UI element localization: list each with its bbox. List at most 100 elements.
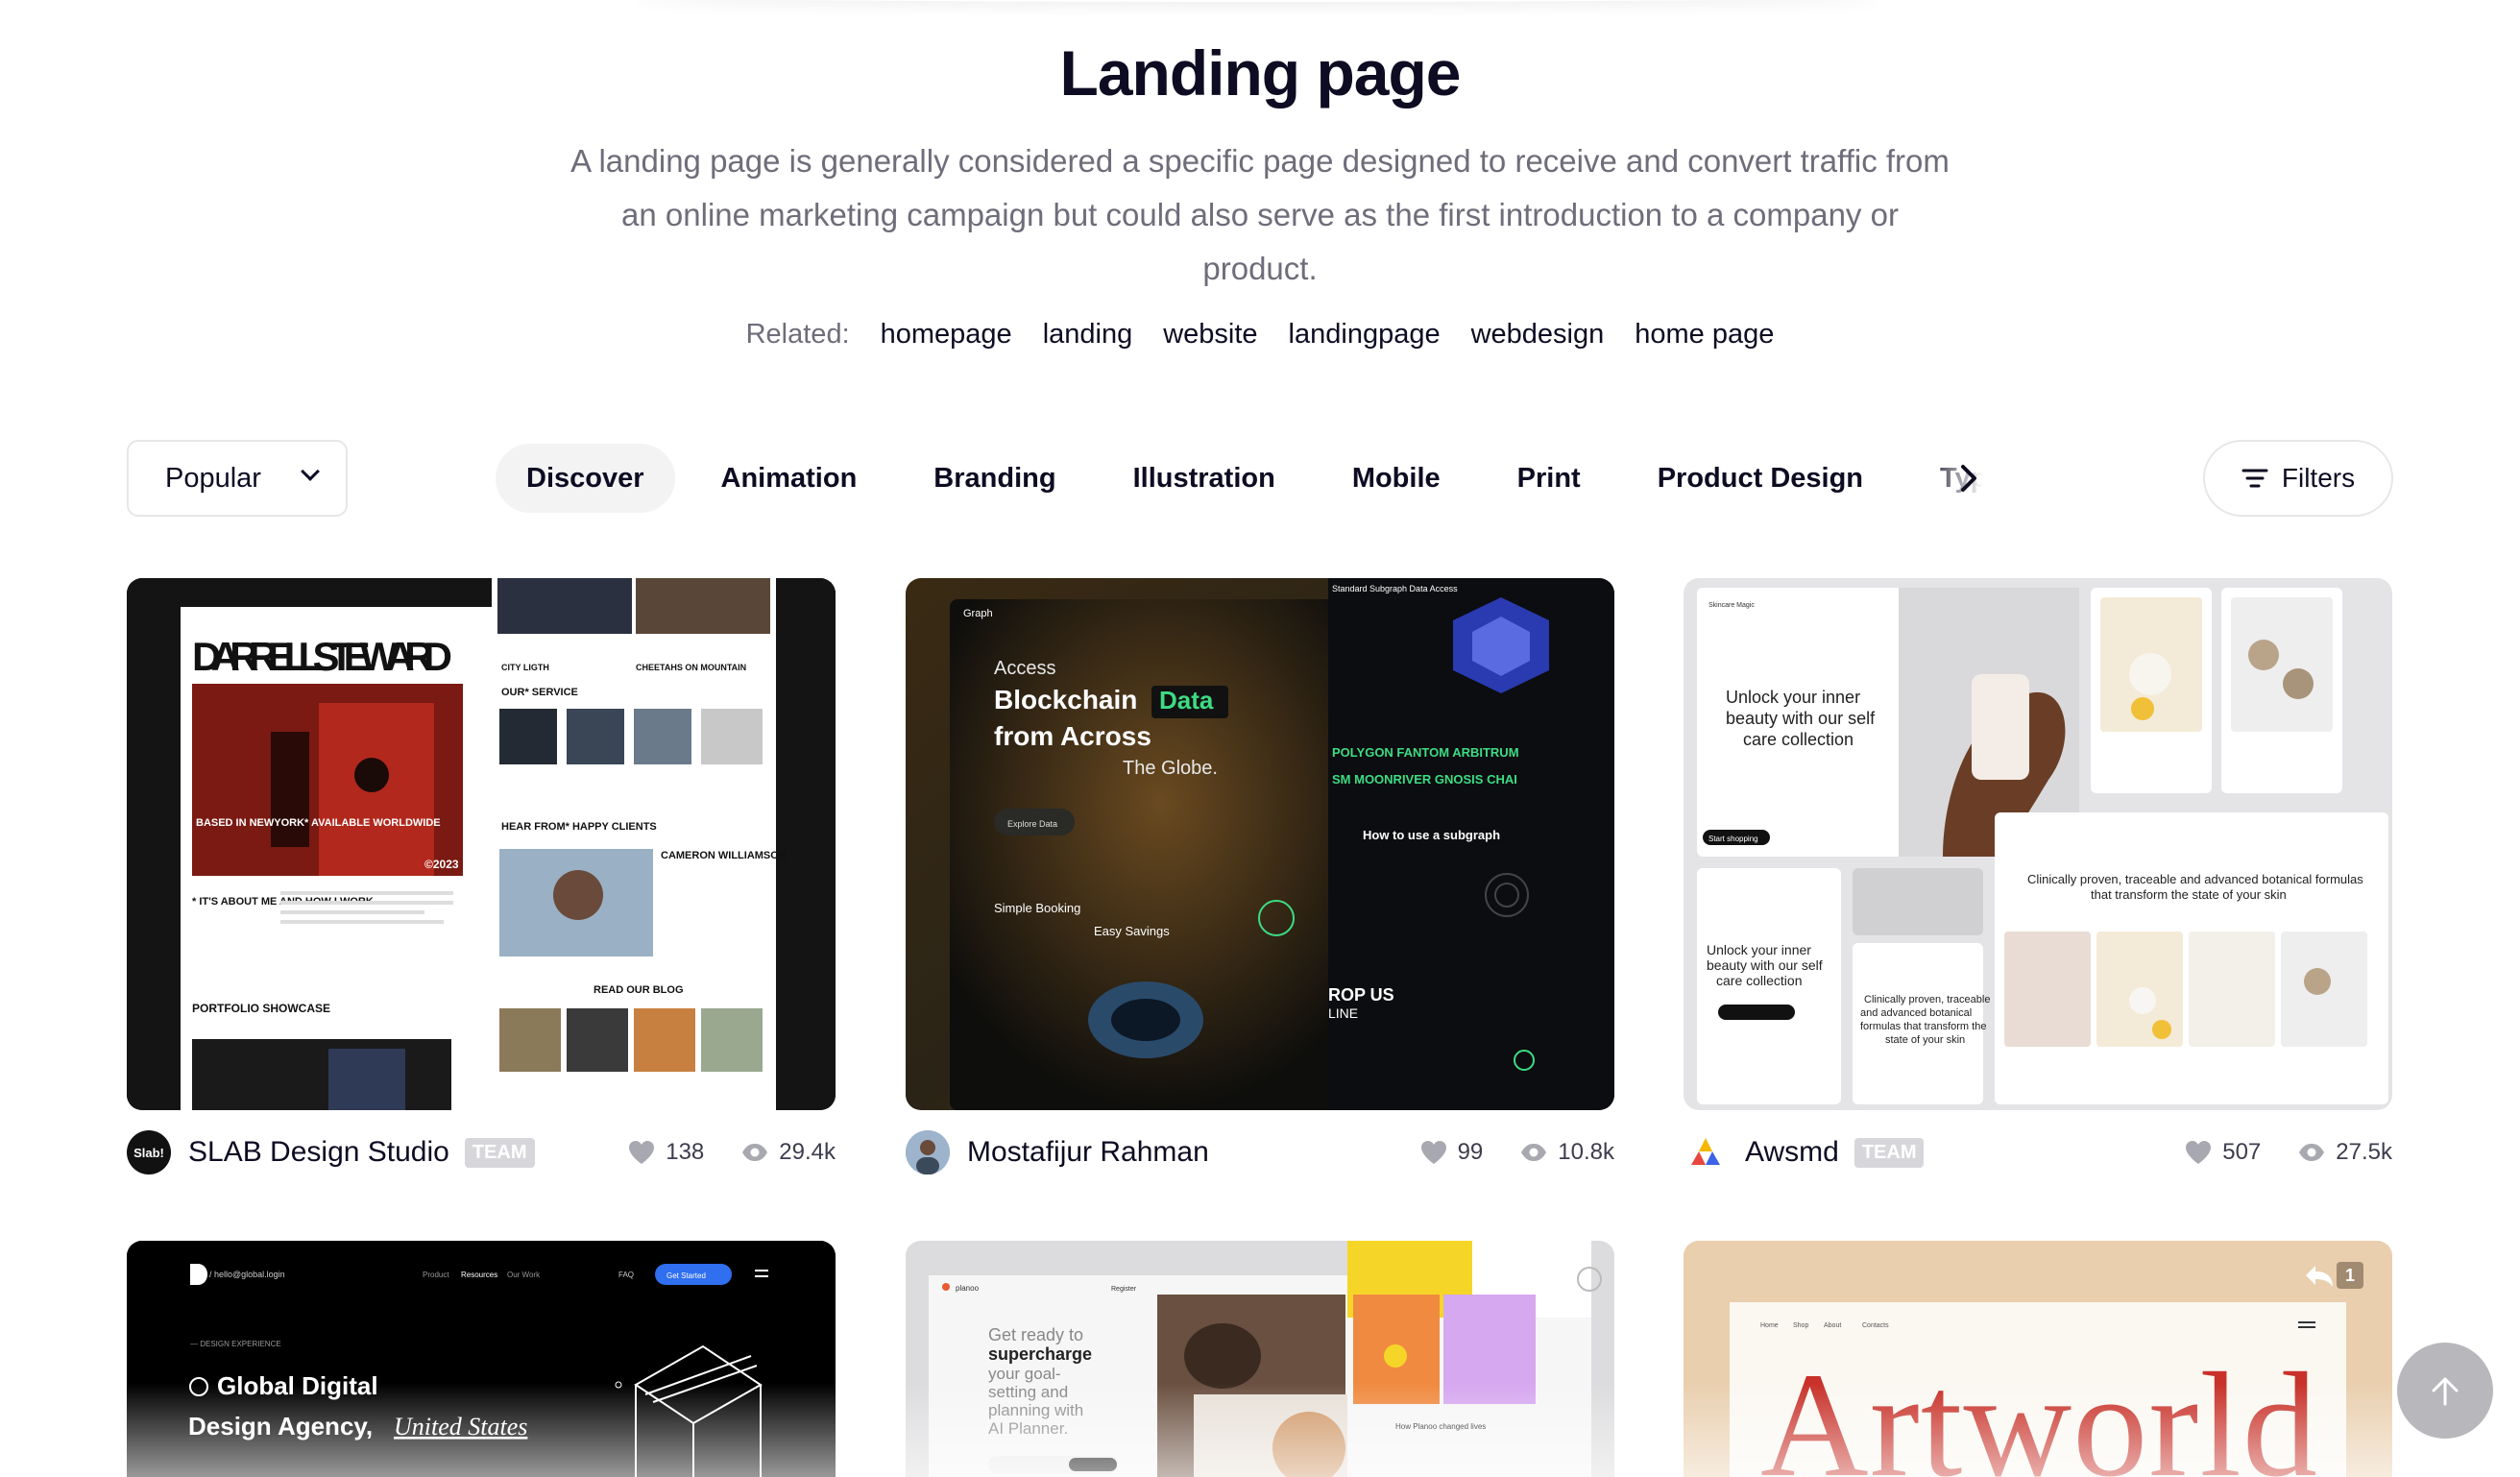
related-tag-webdesign[interactable]: webdesign	[1471, 319, 1605, 351]
avatar-text: Slab!	[133, 1145, 164, 1160]
team-badge: TEAM	[1854, 1137, 1925, 1168]
thumb-brand: Skincare Magic	[1708, 602, 1755, 609]
likes-count: 507	[2222, 1139, 2262, 1165]
filter-icon	[2241, 469, 2268, 488]
views-count: 29.4k	[779, 1139, 836, 1165]
thumb-kicker: — DESIGN EXPERIENCE	[190, 1340, 281, 1348]
thumb-city: CITY LIGTH	[501, 663, 549, 672]
team-badge: TEAM	[464, 1137, 535, 1168]
thumb-line2: from Across	[994, 721, 1151, 751]
tab-animation[interactable]: Animation	[691, 444, 888, 513]
shot-preview-image: DARRELL STEWARD BASED IN NEWYORK* AVAILA…	[127, 578, 836, 1110]
shot-thumbnail[interactable]: DARRELL STEWARD BASED IN NEWYORK* AVAILA…	[127, 578, 836, 1110]
thumb-headline: Artworld	[1760, 1342, 2317, 1477]
author-name[interactable]: Mostafijur Rahman	[967, 1136, 1209, 1169]
sort-dropdown[interactable]: Popular	[127, 440, 348, 517]
avatar[interactable]: Slab!	[127, 1130, 171, 1174]
thumb-cta: Explore Data	[1007, 819, 1057, 829]
thumb-service: OUR* SERVICE	[501, 687, 578, 698]
eye-icon	[2299, 1144, 2325, 1161]
thumb-nav-4: Contacts	[1862, 1322, 1889, 1329]
chevron-right-icon[interactable]	[1951, 461, 1986, 496]
tab-branding[interactable]: Branding	[903, 444, 1086, 513]
avatar[interactable]	[906, 1130, 950, 1174]
thumb-cta: Get Started	[666, 1271, 706, 1280]
chevron-down-icon	[301, 462, 320, 481]
thumb-easy: Easy Savings	[1094, 924, 1170, 938]
awsmd-logo-icon	[1691, 1138, 1720, 1165]
views-count: 10.8k	[1558, 1139, 1614, 1165]
shot-preview-image: Unlock your inner beauty with our self car…	[1684, 578, 2392, 1110]
thumb-brand: planoo	[956, 1284, 980, 1293]
tab-print[interactable]: Print	[1487, 444, 1611, 513]
shot-preview-image: Graph Access Blockchain Data from Across…	[906, 578, 1614, 1110]
heart-icon[interactable]	[627, 1139, 656, 1166]
filters-button[interactable]: Filters	[2203, 440, 2393, 517]
author-name[interactable]: SLAB Design Studio	[188, 1136, 449, 1169]
thumb-drop: ROP US	[1328, 985, 1394, 1005]
avatar-image	[906, 1130, 950, 1174]
thumb-line: LINE	[1328, 1005, 1358, 1021]
related-tag-landingpage[interactable]: landingpage	[1289, 319, 1441, 351]
toolbar: Popular Discover Animation Branding Illu…	[127, 440, 2393, 517]
thumb-changed: How Planoo changed lives	[1395, 1422, 1486, 1431]
thumb-cta: Start shopping	[1708, 835, 1758, 843]
views-count: 27.5k	[2336, 1139, 2392, 1165]
thumb-portfolio: PORTFOLIO SHOWCASE	[192, 1002, 330, 1015]
thumb-howto: How to use a subgraph	[1363, 828, 1500, 842]
tab-product-design[interactable]: Product Design	[1627, 444, 1894, 513]
related-tag-website[interactable]: website	[1163, 319, 1257, 351]
shot-meta: Slab! SLAB Design Studio TEAM 138 29.4k	[127, 1126, 836, 1179]
shot-preview-image: Home Shop About Contacts Artworld 1	[1684, 1241, 2392, 1477]
eye-icon	[742, 1144, 768, 1161]
sort-value: Popular	[165, 462, 261, 494]
thumb-email: / hello@global.login	[209, 1270, 285, 1279]
related-tag-homepage[interactable]: homepage	[881, 319, 1012, 351]
thumb-line1: Global Digital	[217, 1371, 378, 1400]
thumb-brand: Graph	[963, 608, 993, 619]
thumb-blog: READ OUR BLOG	[594, 984, 684, 996]
author-name[interactable]: Awsmd	[1745, 1136, 1839, 1169]
thumb-heading-light: Get ready to	[988, 1325, 1083, 1344]
shot-meta: Mostafijur Rahman 99 10.8k	[906, 1126, 1614, 1179]
avatar[interactable]	[1684, 1130, 1728, 1174]
thumb-nav-1: Product	[423, 1271, 449, 1279]
shot-count: 1	[2345, 1266, 2355, 1285]
tab-illustration[interactable]: Illustration	[1102, 444, 1306, 513]
thumb-highlight: Data	[1159, 686, 1214, 714]
shot-thumbnail[interactable]: Unlock your inner beauty with our self car…	[1684, 578, 2392, 1110]
thumb-nav-2: Resources	[461, 1271, 497, 1279]
thumb-heading-bold: supercharge	[988, 1344, 1092, 1364]
likes-count: 138	[666, 1139, 705, 1165]
shot-stats: 99 10.8k	[1419, 1139, 1614, 1166]
thumb-year: ©2023	[424, 858, 459, 871]
thumb-hear: HEAR FROM* HAPPY CLIENTS	[501, 821, 657, 833]
related-tags: Related: homepage landing website landin…	[0, 319, 2520, 351]
shot-thumbnail[interactable]: / hello@global.login Product Resources O…	[127, 1241, 836, 1477]
shot-thumbnail[interactable]: planoo Get ready to supercharge your goa…	[906, 1241, 1614, 1477]
page-description: A landing page is generally considered a…	[570, 143, 1950, 286]
tab-discover[interactable]: Discover	[496, 444, 675, 513]
thumb-marquee2: SM MOONRIVER GNOSIS CHAI	[1332, 772, 1517, 787]
thumb-simple: Simple Booking	[994, 901, 1080, 915]
tab-mobile[interactable]: Mobile	[1321, 444, 1471, 513]
thumb-line1: Blockchain	[994, 685, 1137, 714]
thumb-line3: The Globe.	[1123, 758, 1218, 779]
heart-icon[interactable]	[1419, 1139, 1448, 1166]
arrow-up-icon	[2432, 1377, 2459, 1406]
likes-count: 99	[1457, 1139, 1484, 1165]
thumb-nav-1: Home	[1760, 1322, 1779, 1329]
thumb-register: Register	[1111, 1286, 1137, 1293]
related-tag-landing[interactable]: landing	[1043, 319, 1133, 351]
related-tag-home-page[interactable]: home page	[1635, 319, 1774, 351]
thumb-location: United States	[394, 1413, 527, 1441]
shot-thumbnail[interactable]: Home Shop About Contacts Artworld 1	[1684, 1241, 2392, 1477]
page-title: Landing page	[1059, 37, 1462, 109]
thumb-person: CAMERON WILLIAMSON	[661, 850, 787, 861]
shot-stats: 138 29.4k	[627, 1139, 836, 1166]
thumb-line2: Design Agency,	[188, 1412, 373, 1441]
thumb-hero: Unlock your inner beauty with our self car…	[1726, 688, 1876, 749]
heart-icon[interactable]	[2184, 1139, 2213, 1166]
shot-thumbnail[interactable]: Graph Access Blockchain Data from Across…	[906, 578, 1614, 1110]
scroll-to-top-button[interactable]	[2397, 1343, 2493, 1439]
